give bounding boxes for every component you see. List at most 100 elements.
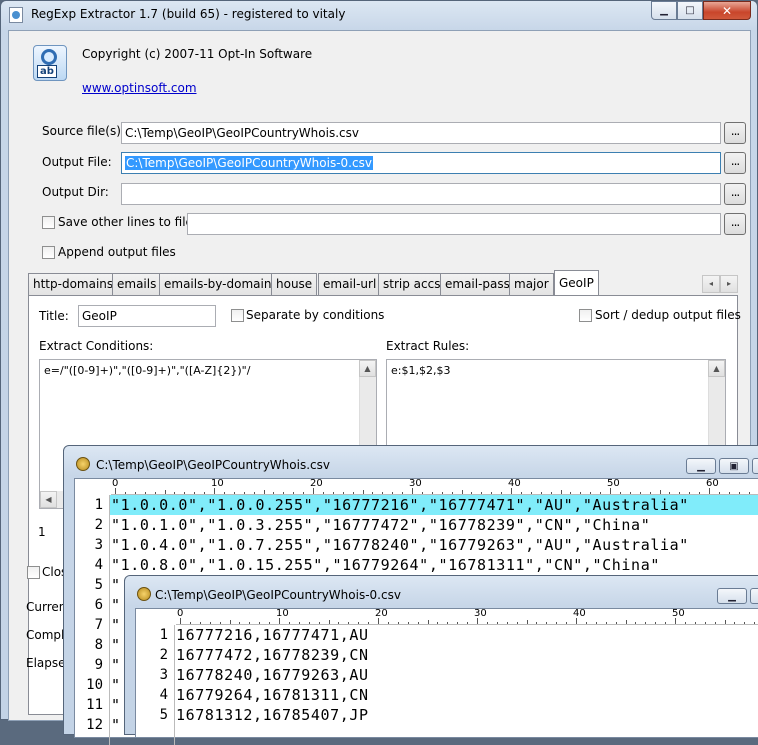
save-other-input[interactable] xyxy=(187,213,721,235)
viewer1-text-line[interactable]: " xyxy=(111,696,121,714)
viewer1-ruler-tick xyxy=(303,492,305,494)
viewer2-text-line[interactable]: 16778240,16779263,AU xyxy=(176,666,369,684)
viewer2-ruler-tick xyxy=(348,622,350,624)
output-dir-input[interactable] xyxy=(121,183,721,205)
rules-scroll-up[interactable]: ▲ xyxy=(708,360,725,377)
viewer2-ruler-tick xyxy=(595,622,597,624)
source-input[interactable]: C:\Temp\GeoIP\GeoIPCountryWhois.csv xyxy=(121,122,721,144)
tab-emails-by-domain[interactable]: emails-by-domain xyxy=(159,273,277,295)
viewer2-text-line[interactable]: 16777472,16778239,CN xyxy=(176,646,369,664)
viewer1-text-line[interactable]: "1.0.1.0","1.0.3.255","16777472","167782… xyxy=(111,516,650,534)
viewer2-ruler-tick xyxy=(585,622,587,624)
viewer1-ruler-tick xyxy=(402,492,404,494)
save-other-checkbox[interactable] xyxy=(42,216,55,229)
output-dir-label: Output Dir: xyxy=(42,185,109,199)
viewer1-ruler-tick xyxy=(669,492,671,494)
viewer2-ruler-tick xyxy=(546,622,548,624)
tab-major[interactable]: major xyxy=(509,273,554,295)
viewer1-text-line[interactable]: "1.0.8.0","1.0.15.255","16779264","16781… xyxy=(111,556,660,574)
viewer1-ruler-tick xyxy=(491,492,493,494)
viewer1-text-line[interactable]: "1.0.0.0","1.0.0.255","16777216","167774… xyxy=(111,496,689,514)
tab-email-pass[interactable]: email-pass xyxy=(440,273,515,295)
tab-http-domains[interactable]: http-domains xyxy=(28,273,119,295)
conditions-scroll-up[interactable]: ▲ xyxy=(359,360,376,377)
save-other-browse-button[interactable]: ... xyxy=(724,213,746,235)
viewer1-ruler-tick xyxy=(194,492,196,494)
viewer1-ruler-tick xyxy=(243,492,245,494)
maximize-button[interactable]: □ xyxy=(677,1,703,20)
tab-geoip[interactable]: GeoIP xyxy=(554,270,599,296)
sort-checkbox[interactable] xyxy=(579,309,592,322)
viewer1-ruler-tick xyxy=(352,492,354,494)
title-input[interactable]: GeoIP xyxy=(78,305,216,327)
tab-house[interactable]: house xyxy=(271,273,318,295)
viewer1-text-line[interactable]: "1.0.4.0","1.0.7.255","16778240","167792… xyxy=(111,536,689,554)
viewer1-ruler-tick xyxy=(699,492,701,494)
main-titlebar[interactable]: RegExp Extractor 1.7 (build 65) - regist… xyxy=(1,1,757,29)
viewer2-text-line[interactable]: 16779264,16781311,CN xyxy=(176,686,369,704)
viewer2-ruler-tick xyxy=(506,622,508,624)
viewer1-close-button[interactable]: ✕ xyxy=(752,458,758,474)
viewer2-window: C:\Temp\GeoIP\GeoIPCountryWhois-0.csv ▁ … xyxy=(124,575,758,745)
viewer2-ruler-tick xyxy=(457,622,459,624)
viewer2-line-number: 5 xyxy=(159,707,168,723)
viewer2-ruler-number: 10 xyxy=(276,609,289,619)
viewer2-ruler-tick xyxy=(219,622,221,624)
viewer1-ruler-tick xyxy=(590,492,592,494)
viewer2-titlebar[interactable]: C:\Temp\GeoIP\GeoIPCountryWhois-0.csv ▁ … xyxy=(125,576,758,604)
viewer1-ruler-tick xyxy=(520,492,522,494)
viewer1-minimize-button[interactable]: ▁ xyxy=(686,458,716,474)
viewer1-titlebar[interactable]: C:\Temp\GeoIP\GeoIPCountryWhois.csv ▁ ▣ … xyxy=(64,446,758,474)
tab-emails[interactable]: emails xyxy=(112,273,162,295)
website-link[interactable]: www.optinsoft.com xyxy=(82,81,197,95)
viewer1-ruler-tick xyxy=(253,492,255,494)
viewer2-ruler-number: 50 xyxy=(672,609,685,619)
viewer1-ruler-tick xyxy=(580,492,582,494)
output-dir-browse-button[interactable]: ... xyxy=(724,183,746,205)
viewer1-ruler-tick xyxy=(738,492,740,494)
viewer2-text-line[interactable]: 16777216,16777471,AU xyxy=(176,626,369,644)
output-file-input[interactable]: C:\Temp\GeoIP\GeoIPCountryWhois-0.csv xyxy=(121,152,721,174)
viewer1-ruler-tick xyxy=(332,492,334,494)
viewer2-text-line[interactable]: 16781312,16785407,JP xyxy=(176,706,369,724)
sort-label: Sort / dedup output files xyxy=(595,308,741,322)
app-title-icon xyxy=(9,7,23,23)
viewer2-ruler-tick xyxy=(635,622,637,624)
viewer1-ruler-tick xyxy=(728,492,730,494)
viewer1-maximize-button[interactable]: ▣ xyxy=(719,458,749,474)
viewer1-text-line[interactable]: " xyxy=(111,616,121,634)
viewer2-ruler-tick xyxy=(288,622,290,624)
conditions-scroll-left[interactable]: ◀ xyxy=(40,491,57,508)
viewer1-ruler-number: 10 xyxy=(211,479,224,489)
viewer1-line-number: 2 xyxy=(94,517,103,533)
tab-scroll-left-button[interactable]: ◂ xyxy=(702,275,720,293)
viewer1-text-line[interactable]: " xyxy=(111,636,121,654)
close-button[interactable]: ✕ xyxy=(703,1,751,20)
viewer1-title: C:\Temp\GeoIP\GeoIPCountryWhois.csv xyxy=(96,458,330,472)
separate-checkbox[interactable] xyxy=(231,309,244,322)
viewer1-text-line[interactable]: " xyxy=(111,716,121,734)
tab-strip-accs[interactable]: strip accs xyxy=(378,273,446,295)
viewer1-line-number: 5 xyxy=(94,577,103,593)
viewer2-title: C:\Temp\GeoIP\GeoIPCountryWhois-0.csv xyxy=(155,588,401,602)
source-browse-button[interactable]: ... xyxy=(724,122,746,144)
minimize-button[interactable]: ▁ xyxy=(651,1,677,20)
tab-scroll-right-button[interactable]: ▸ xyxy=(720,275,738,293)
viewer2-minimize-button[interactable]: ▁ xyxy=(717,588,747,604)
viewer1-text-line[interactable]: " xyxy=(111,596,121,614)
status-number: 1 xyxy=(38,525,46,539)
viewer1-ruler-tick xyxy=(124,492,126,494)
viewer1-text-line[interactable]: " xyxy=(111,576,121,594)
close-checkbox[interactable] xyxy=(27,566,40,579)
append-checkbox[interactable] xyxy=(42,246,55,259)
tab-email-url[interactable]: email-url xyxy=(318,273,382,295)
viewer2-ruler-tick xyxy=(556,622,558,624)
source-label: Source file(s): xyxy=(42,124,125,138)
output-file-browse-button[interactable]: ... xyxy=(724,152,746,174)
viewer2-maximize-button[interactable]: ▣ xyxy=(750,588,758,604)
viewer1-text-line[interactable]: " xyxy=(111,676,121,694)
viewer2-editor[interactable]: 0 10 20 30 40 50 1 16777216,16777471,AU 2 167774… xyxy=(135,608,758,745)
viewer1-ruler-number: 50 xyxy=(607,479,620,489)
viewer2-ruler-tick xyxy=(209,622,211,624)
viewer1-text-line[interactable]: " xyxy=(111,656,121,674)
